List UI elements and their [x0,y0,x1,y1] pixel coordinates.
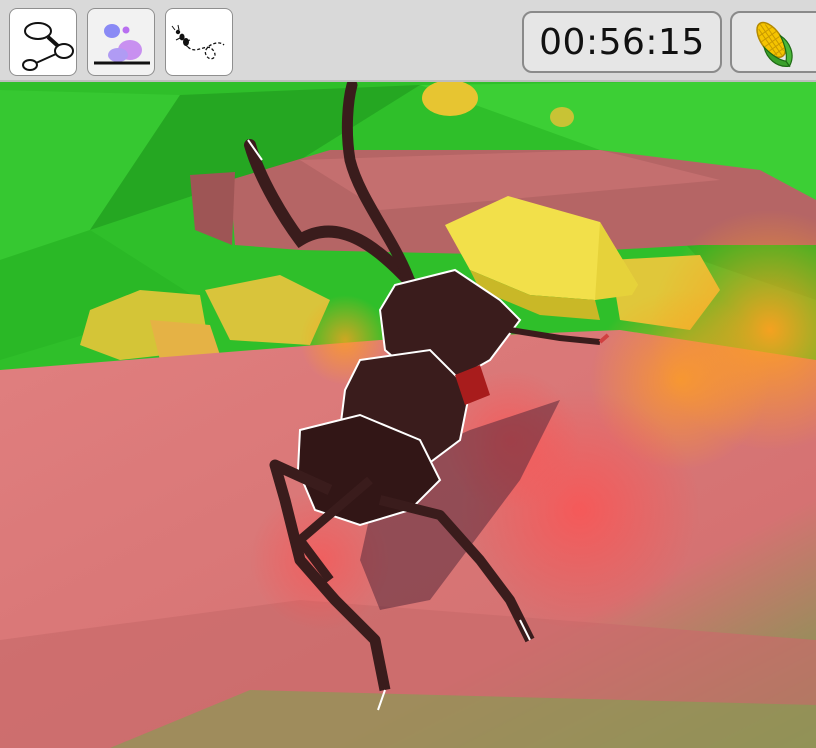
ant-trail-icon [171,24,225,60]
tool-network-graph-button[interactable] [9,8,77,76]
tool-scent-blob-button[interactable] [87,8,155,76]
game-viewport[interactable] [0,0,816,748]
hud-toolbar: 00:56:15 [0,0,816,82]
food-pellet [422,80,478,116]
network-graph-icon [22,22,74,71]
timer-text: 00:56:15 [539,21,705,63]
tool-ant-trail-button[interactable] [165,8,233,76]
corn-icon [756,21,793,68]
elapsed-timer: 00:56:15 [522,11,722,73]
scent-blob-icon [94,24,150,65]
corn-resource-button[interactable] [730,11,816,73]
